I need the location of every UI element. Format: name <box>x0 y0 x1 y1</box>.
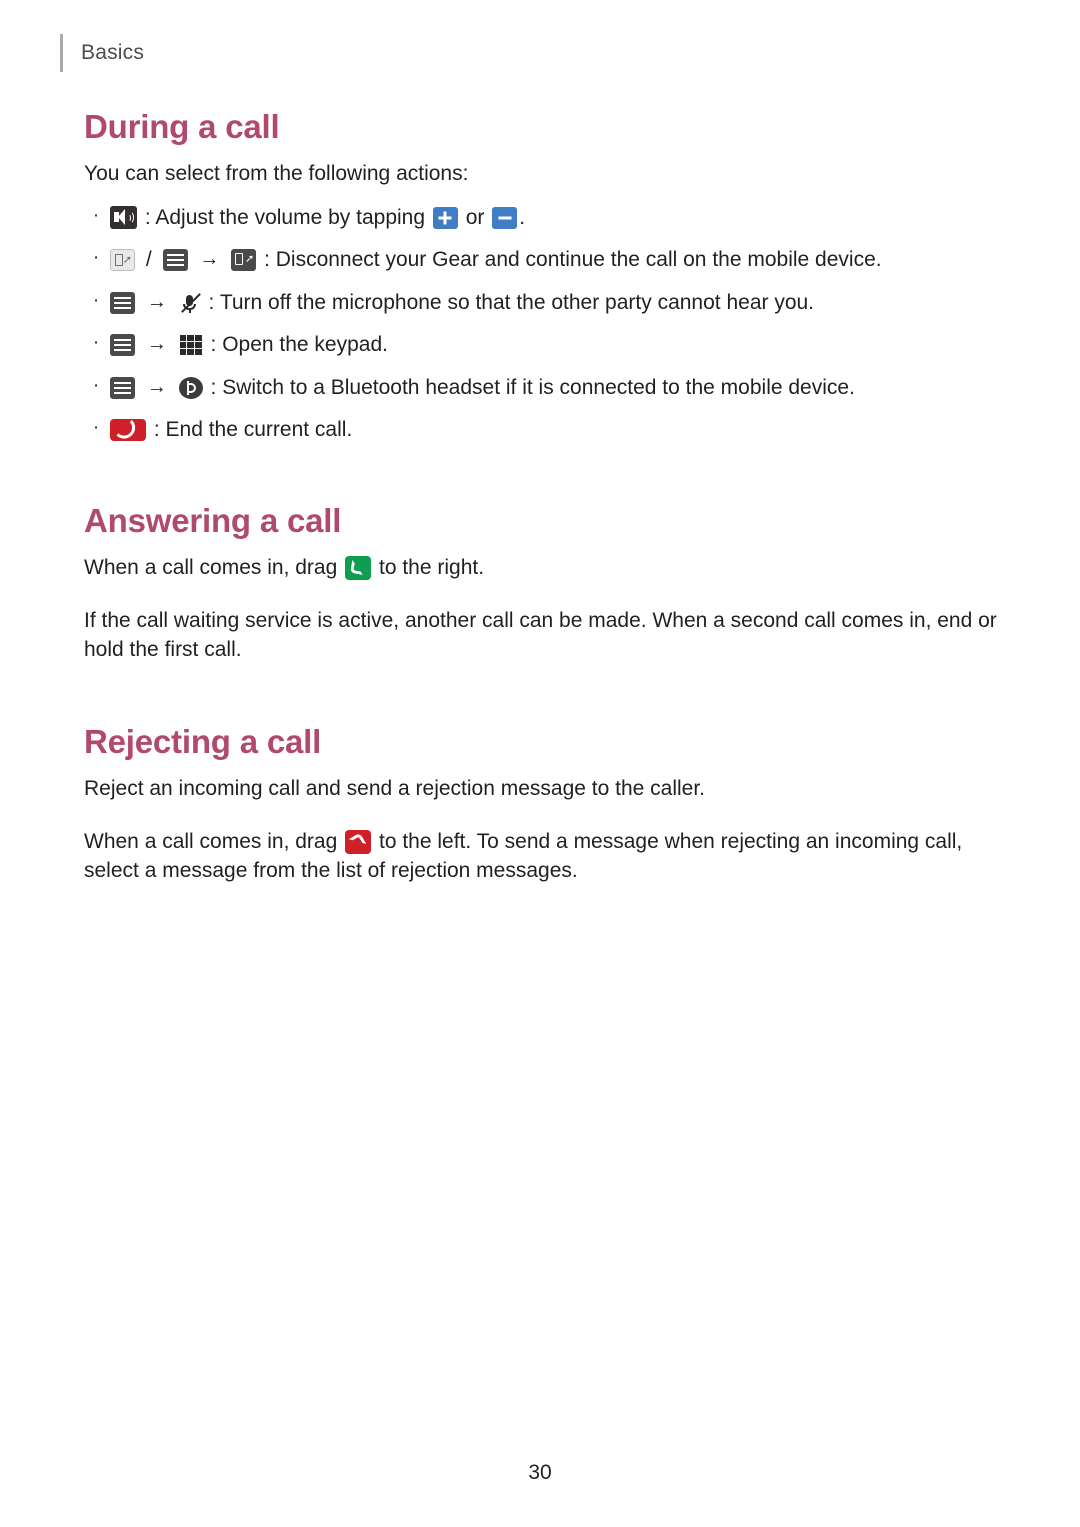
list-item-content: → : Turn off the microphone so that the … <box>108 286 1004 317</box>
list-item-disconnect-gear: · / → : Disconnect your Gear and continu… <box>84 243 1004 274</box>
answering-a-call-paragraph-1: When a call comes in, drag to the right. <box>84 554 1004 583</box>
bullet-marker: · <box>92 374 100 396</box>
answer-text-after: to the right. <box>378 556 485 580</box>
menu-icon <box>110 291 135 314</box>
list-item-content: : Adjust the volume by tapping or . <box>108 201 1004 232</box>
bullet-marker: · <box>92 332 100 354</box>
list-item-end-call: · : End the current call. <box>84 413 1004 444</box>
document-page: Basics During a call You can select from… <box>0 0 1080 1527</box>
reject-text-before: When a call comes in, drag <box>84 830 338 854</box>
disconnect-gear-text: : Disconnect your Gear and continue the … <box>264 248 882 272</box>
breadcrumb: Basics <box>81 41 145 64</box>
menu-icon <box>110 376 135 399</box>
during-a-call-intro: You can select from the following action… <box>84 162 469 185</box>
page-content: During a call You can select from the fo… <box>84 108 1004 898</box>
answering-a-call-paragraph-2: If the call waiting service is active, a… <box>84 609 997 662</box>
arrow-glyph: → <box>199 248 220 271</box>
list-item-open-keypad: · → : Open the keypad. <box>84 328 1004 359</box>
menu-icon <box>110 334 135 357</box>
page-header: Basics <box>60 32 144 74</box>
mute-microphone-text: : Turn off the microphone so that the ot… <box>208 290 815 314</box>
reject-call-icon <box>345 830 372 855</box>
open-keypad-text: : Open the keypad. <box>210 333 388 357</box>
bullet-marker: · <box>92 416 100 438</box>
arrow-glyph: → <box>146 290 167 313</box>
list-item-bluetooth-headset: · → : Switch to a Bluetooth headset if i… <box>84 371 1004 402</box>
volume-text-part-2: or <box>465 205 485 229</box>
answer-text-before: When a call comes in, drag <box>84 556 338 580</box>
rejecting-a-call-paragraph-1: Reject an incoming call and send a rejec… <box>84 777 706 801</box>
page-number: 30 <box>528 1461 552 1484</box>
arrow-glyph: → <box>146 375 167 398</box>
mute-microphone-icon <box>179 292 201 314</box>
list-item-content: → : Switch to a Bluetooth headset if it … <box>108 371 1004 402</box>
section-title-rejecting-a-call: Rejecting a call <box>84 723 322 761</box>
slash-separator: / <box>145 248 152 272</box>
list-item-content: / → : Disconnect your Gear and continue … <box>108 243 1004 274</box>
speaker-icon <box>110 205 137 229</box>
section-title-during-a-call: During a call <box>84 108 280 145</box>
phone-transfer-light-icon <box>110 249 135 272</box>
end-call-text: : End the current call. <box>153 417 353 441</box>
section-title-answering-a-call: Answering a call <box>84 502 342 540</box>
bluetooth-headset-icon <box>178 376 203 399</box>
bullet-marker: · <box>92 247 100 269</box>
end-call-icon <box>110 418 146 441</box>
rejecting-a-call-paragraph-2: When a call comes in, drag to the left. … <box>84 828 1004 886</box>
during-a-call-actions-list: · : Adjust the volume by tapping or . · … <box>84 201 1004 444</box>
volume-text-part-3: . <box>519 205 526 229</box>
plus-icon <box>432 206 458 229</box>
volume-text-part-1: : Adjust the volume by tapping <box>144 205 426 229</box>
menu-icon <box>162 249 188 272</box>
bullet-marker: · <box>92 289 100 311</box>
keypad-icon <box>179 334 203 356</box>
answer-call-icon <box>345 556 372 581</box>
list-item-mute-microphone: · → : Turn off the microphone so that th… <box>84 286 1004 317</box>
phone-transfer-dark-icon <box>231 248 257 272</box>
bluetooth-headset-text: : Switch to a Bluetooth headset if it is… <box>210 375 855 399</box>
list-item-content: : End the current call. <box>108 413 1004 444</box>
header-divider <box>60 34 63 72</box>
bullet-marker: · <box>92 204 100 226</box>
minus-icon <box>492 206 518 229</box>
list-item-volume: · : Adjust the volume by tapping or . <box>84 201 1004 232</box>
arrow-glyph: → <box>146 333 167 356</box>
list-item-content: → : Open the keypad. <box>108 328 1004 359</box>
